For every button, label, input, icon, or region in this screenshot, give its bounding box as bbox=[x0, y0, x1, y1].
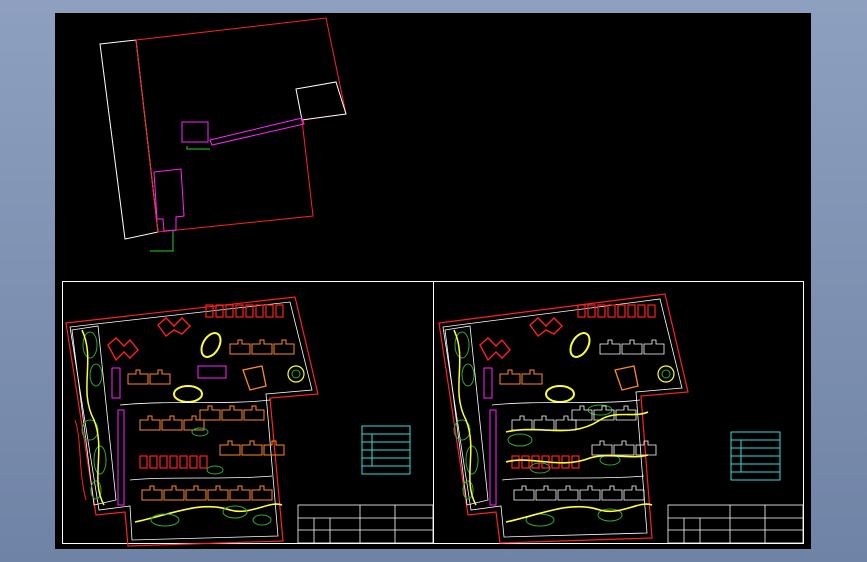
plan-boundary-red bbox=[438, 293, 689, 544]
access-strip bbox=[209, 117, 305, 146]
site-plan-left[interactable] bbox=[65, 296, 319, 547]
corner-lot-white bbox=[295, 81, 347, 121]
title-block-left bbox=[297, 504, 434, 544]
model-space-viewport[interactable] bbox=[55, 13, 811, 549]
cad-application-window bbox=[0, 0, 867, 562]
site-outline-sketch[interactable] bbox=[99, 17, 347, 252]
legend-left bbox=[361, 425, 411, 475]
connector-green-2 bbox=[150, 231, 174, 252]
legend-right bbox=[730, 431, 781, 481]
site-boundary-red bbox=[135, 17, 347, 233]
title-block-right bbox=[667, 504, 804, 544]
cad-drawing-canvas[interactable] bbox=[55, 13, 811, 549]
connector-green-1 bbox=[186, 146, 210, 150]
building-footprint-2 bbox=[153, 168, 185, 232]
central-spine bbox=[117, 409, 125, 506]
building-footprint-1 bbox=[181, 121, 209, 143]
site-outline-white bbox=[99, 39, 159, 240]
layout-sheet-frames[interactable] bbox=[62, 281, 804, 544]
site-plan-right[interactable] bbox=[438, 293, 689, 544]
